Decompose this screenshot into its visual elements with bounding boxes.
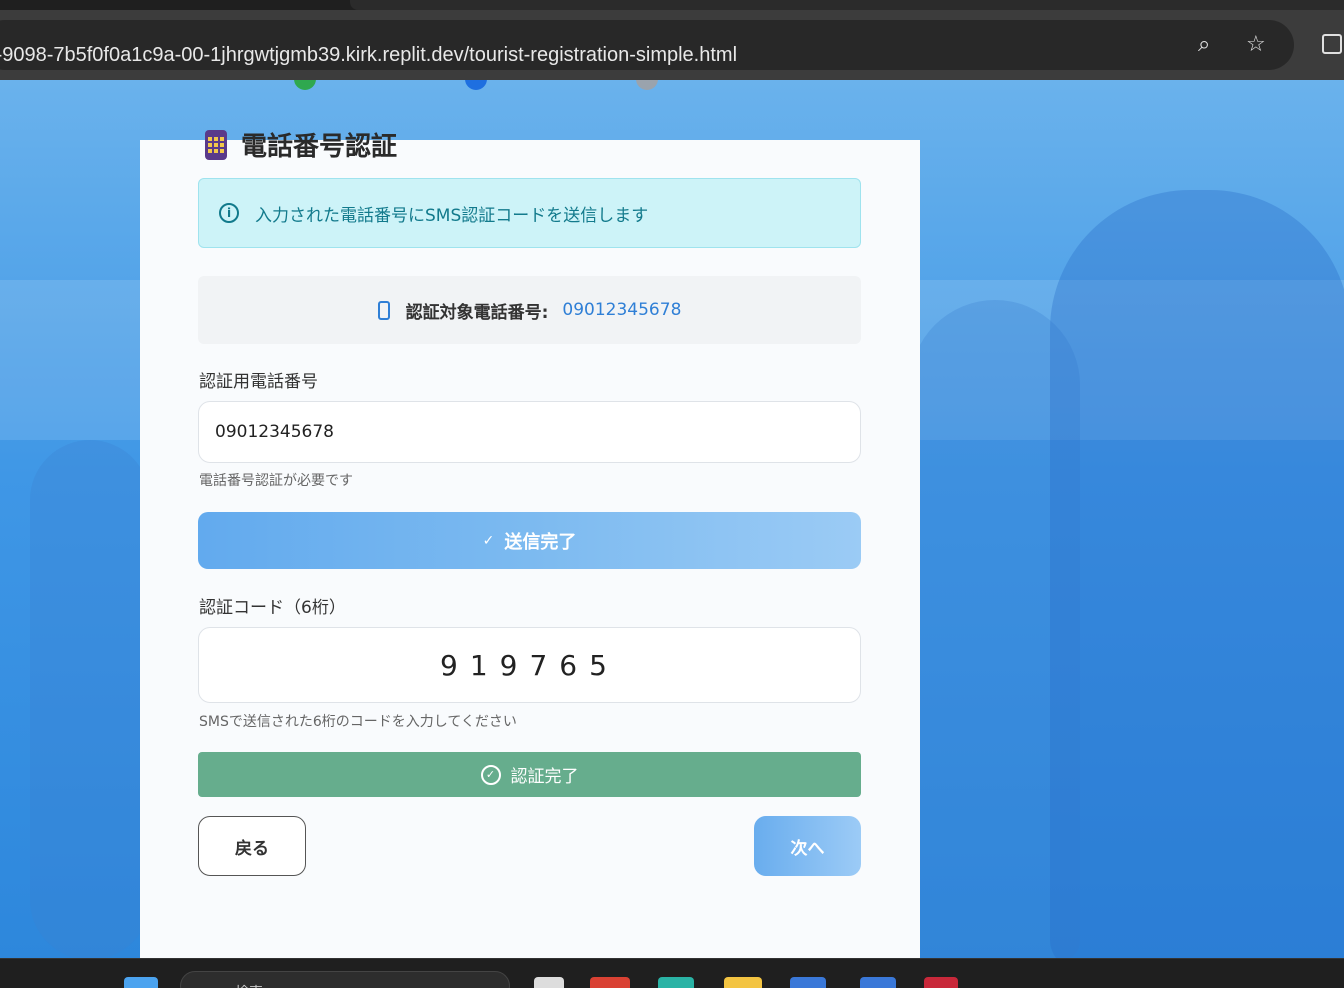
code-help-text: SMSで送信された6桁のコードを入力してください [199,714,517,730]
address-bar-bg: le-9098-7b5f0f0a1c9a-00-1jhrgwtjgmb39.ki… [0,20,1294,70]
verify-button[interactable]: ✓ 認証完了 [198,752,861,797]
verify-button-label: 認証完了 [510,767,579,787]
phone-input[interactable] [198,401,861,463]
zoom-icon[interactable]: ⌕ [1198,32,1210,57]
taskbar-search[interactable]: 検索 [180,971,510,988]
info-icon: i [219,203,239,223]
mobile-phone-icon [205,129,227,160]
os-taskbar: 検索 [0,958,1344,988]
bg-figure-man [1050,190,1344,958]
next-button[interactable]: 次へ [754,816,861,876]
folder-taskbar-icon[interactable] [724,977,762,988]
bookmark-star-icon[interactable]: ☆ [1246,32,1266,57]
app-taskbar-icon[interactable] [790,977,826,988]
bg-figure-left [30,440,150,958]
browser-tab-strip [0,0,1344,10]
section-header: 電話番号認証 [205,126,397,163]
section-title: 電話番号認証 [241,132,398,162]
check-icon: ✓ [482,532,495,549]
mobile-icon [377,300,390,320]
url-text-display: le-9098-7b5f0f0a1c9a-00-1jhrgwtjgmb39.ki… [0,44,738,66]
back-button[interactable]: 戻る [198,816,306,876]
app2-taskbar-icon[interactable] [860,977,896,988]
chrome-taskbar-icon[interactable] [590,977,630,988]
send-button-label: 送信完了 [504,531,577,553]
info-alert: i 入力された電話番号にSMS認証コードを送信します [198,178,861,248]
circle-check-icon: ✓ [480,764,501,785]
taskbar-app-icon[interactable] [534,977,564,988]
phone-field-label: 認証用電話番号 [199,372,318,392]
target-phone-label: 認証対象電話番号: [405,302,549,323]
send-sms-button[interactable]: ✓ 送信完了 [198,512,861,569]
app3-taskbar-icon[interactable] [924,977,958,988]
phone-help-text: 電話番号認証が必要です [199,473,353,489]
info-text: 入力された電話番号にSMS認証コードを送信します [255,205,649,226]
edge-taskbar-icon[interactable] [658,977,694,988]
active-tab[interactable] [350,0,1344,10]
browser-toolbar-cover: le-9098-7b5f0f0a1c9a-00-1jhrgwtjgmb39.ki… [0,10,1344,80]
start-icon[interactable] [124,977,158,988]
extensions-icon[interactable] [1322,34,1342,54]
code-field-label: 認証コード（6桁） [199,598,346,618]
verification-code-input[interactable] [198,627,861,703]
target-phone-box: 認証対象電話番号: 09012345678 [198,276,861,344]
target-phone-value: 09012345678 [562,300,682,320]
taskbar-search-label: 検索 [235,982,263,988]
